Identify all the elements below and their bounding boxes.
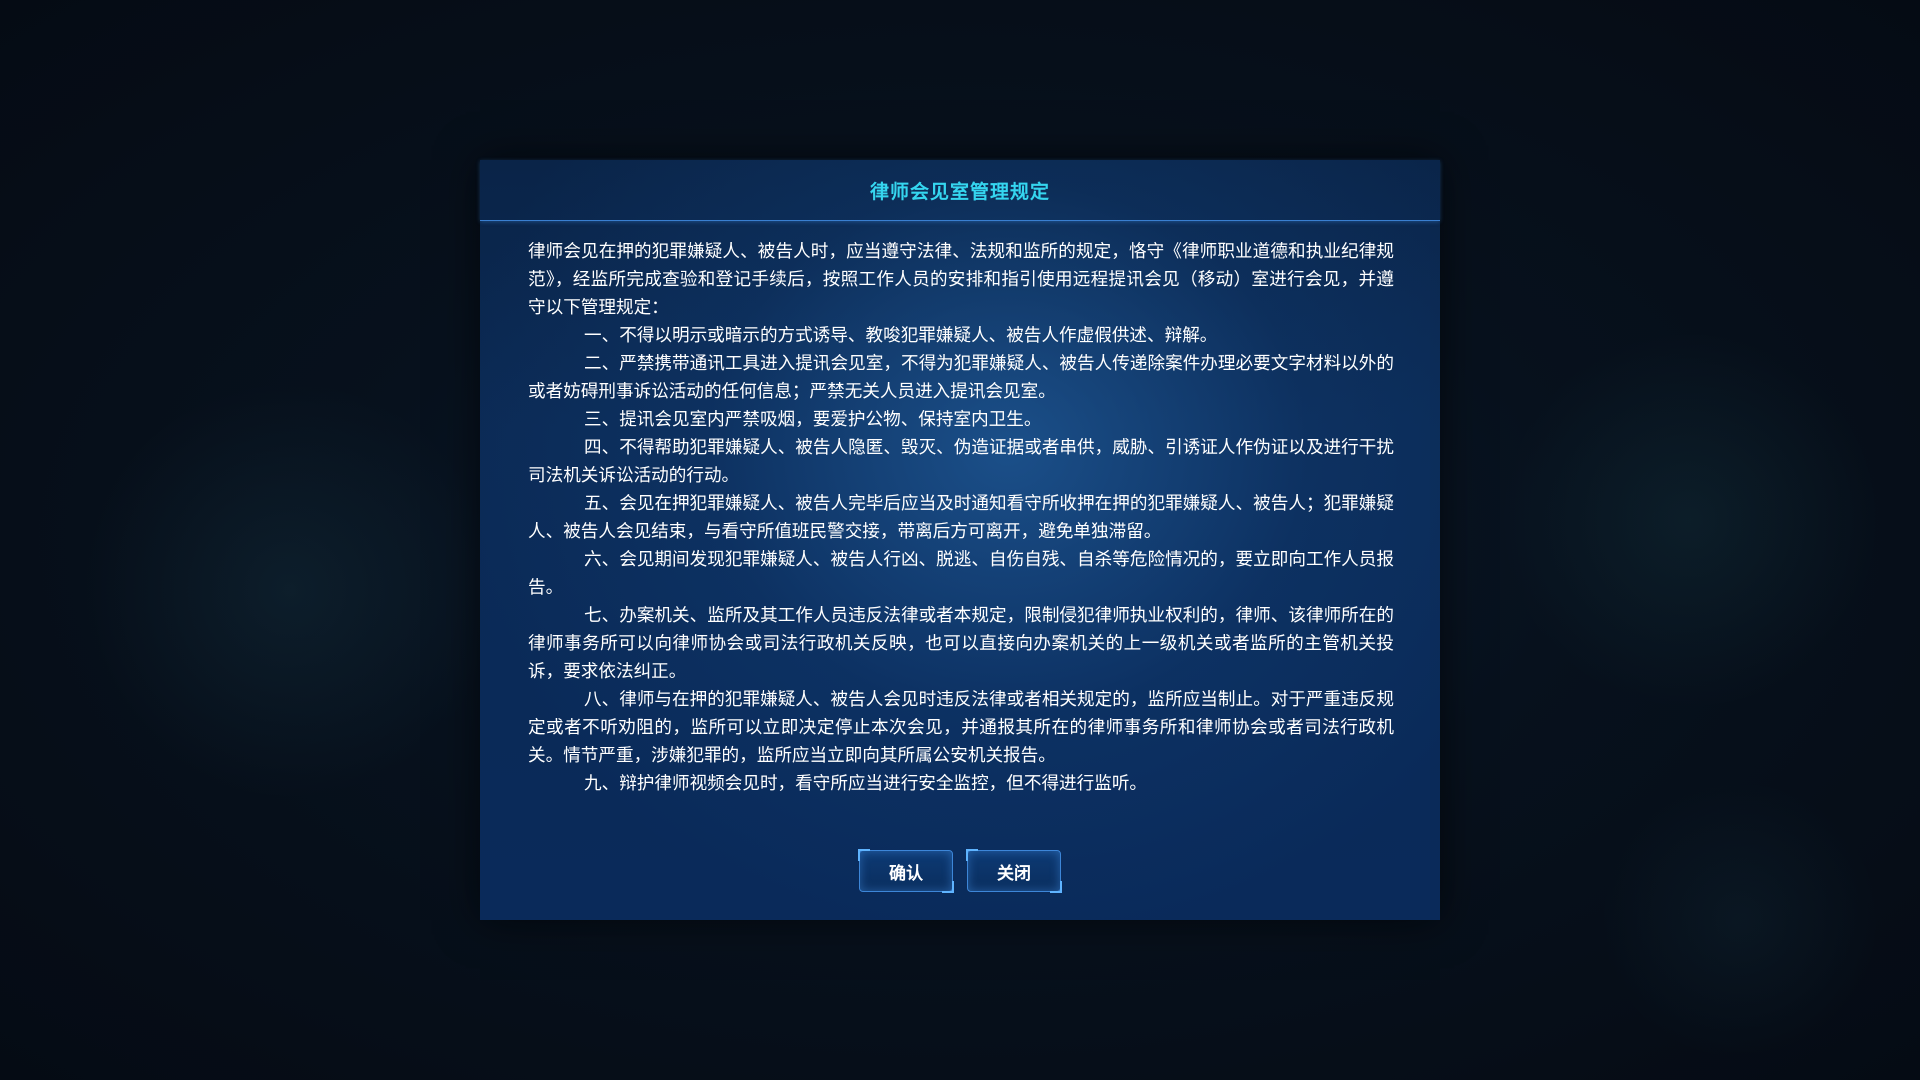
- background-glow-left: [80, 380, 500, 800]
- rule-item-5: 五、会见在押犯罪嫌疑人、被告人完毕后应当及时通知看守所收押在押的犯罪嫌疑人、被告…: [528, 494, 1394, 542]
- regulations-dialog: 律师会见室管理规定 律师会见在押的犯罪嫌疑人、被告人时，应当遵守法律、法规和监所…: [480, 160, 1440, 920]
- rule-item-7: 七、办案机关、监所及其工作人员违反法律或者本规定，限制侵犯律师执业权利的，律师、…: [528, 606, 1394, 682]
- dialog-body: 律师会见在押的犯罪嫌疑人、被告人时，应当遵守法律、法规和监所的规定，恪守《律师职…: [528, 238, 1394, 798]
- close-button[interactable]: 关闭: [966, 849, 1062, 893]
- dialog-button-bar: 确认 关闭: [480, 849, 1440, 894]
- rule-item-6: 六、会见期间发现犯罪嫌疑人、被告人行凶、脱逃、自伤自残、自杀等危险情况的，要立即…: [528, 550, 1394, 598]
- rule-item-3: 三、提讯会见室内严禁吸烟，要爱护公物、保持室内卫生。: [584, 410, 1042, 430]
- regulations-intro: 律师会见在押的犯罪嫌疑人、被告人时，应当遵守法律、法规和监所的规定，恪守《律师职…: [528, 242, 1394, 318]
- dialog-header: 律师会见室管理规定: [480, 160, 1440, 221]
- rule-item-2: 二、严禁携带通讯工具进入提讯会见室，不得为犯罪嫌疑人、被告人传递除案件办理必要文…: [528, 354, 1394, 402]
- background-glow-right: [1500, 330, 1880, 710]
- dialog-title: 律师会见室管理规定: [869, 180, 1050, 203]
- rule-item-1: 一、不得以明示或暗示的方式诱导、教唆犯罪嫌疑人、被告人作虚假供述、辩解。: [584, 326, 1218, 346]
- background-glow-bottom: [1600, 780, 1880, 1060]
- rule-item-9: 九、辩护律师视频会见时，看守所应当进行安全监控，但不得进行监听。: [584, 774, 1148, 794]
- rule-item-8: 八、律师与在押的犯罪嫌疑人、被告人会见时违反法律或者相关规定的，监所应当制止。对…: [528, 690, 1394, 766]
- confirm-button[interactable]: 确认: [858, 849, 954, 893]
- rule-item-4: 四、不得帮助犯罪嫌疑人、被告人隐匿、毁灭、伪造证据或者串供，威胁、引诱证人作伪证…: [528, 438, 1394, 486]
